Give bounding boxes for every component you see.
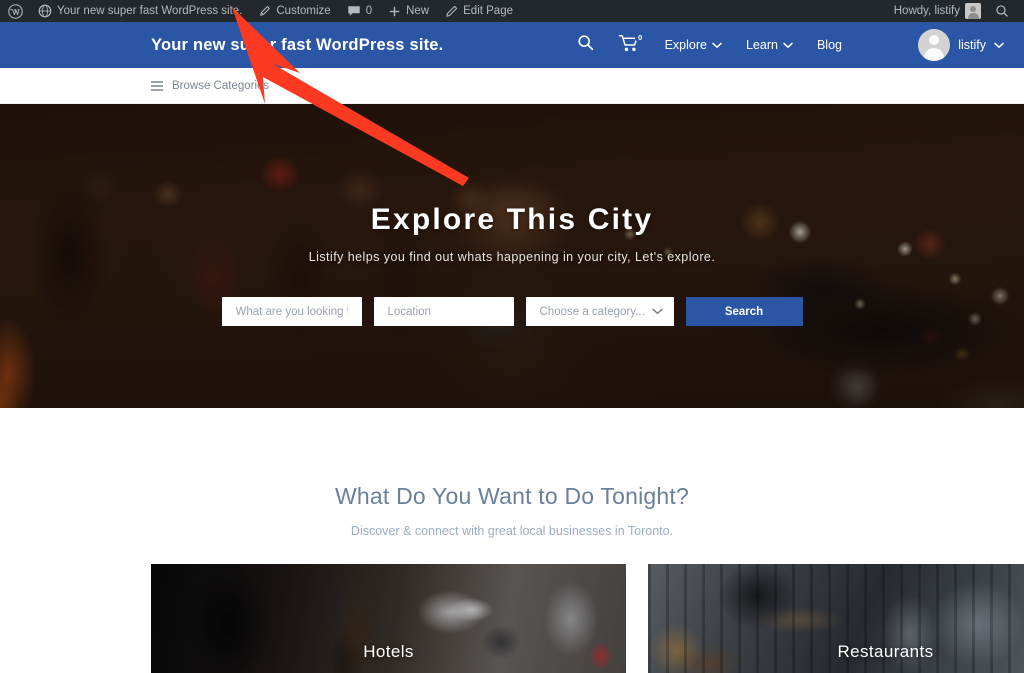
customize-button[interactable]: Customize <box>250 0 338 22</box>
pencil-icon <box>445 5 458 18</box>
search-icon <box>995 4 1009 18</box>
hero-section: Explore This City Listify helps you find… <box>0 104 1024 408</box>
section-title: What Do You Want to Do Tonight? <box>335 483 689 509</box>
category-card-hotels[interactable]: Hotels <box>151 564 626 673</box>
browse-categories-button[interactable]: Browse Categories <box>151 80 269 92</box>
tonight-section: What Do You Want to Do Tonight? Discover… <box>0 408 1024 538</box>
search-icon <box>577 34 594 56</box>
new-label: New <box>406 5 430 17</box>
nav-label-learn: Learn <box>745 38 778 52</box>
browser-page: Your new super fast WordPress site. Cust… <box>0 0 1024 673</box>
chevron-down-icon <box>994 36 1004 54</box>
howdy-label: Howdy, listify <box>893 5 960 17</box>
primary-navigation: 0 Explore Learn Blog <box>564 31 854 58</box>
card-overlay <box>648 564 1024 673</box>
plus-icon <box>388 5 401 18</box>
nav-label-explore: Explore <box>664 38 707 52</box>
admin-bar-left-group: Your new super fast WordPress site. Cust… <box>0 0 521 22</box>
nav-item-learn[interactable]: Learn <box>734 38 805 52</box>
search-submit-button[interactable]: Search <box>685 297 803 326</box>
admin-bar-right-group: Howdy, listify <box>886 0 1024 22</box>
comments-button[interactable]: 0 <box>339 0 380 22</box>
admin-bar-site-name: Your new super fast WordPress site. <box>57 5 243 17</box>
wp-admin-bar: Your new super fast WordPress site. Cust… <box>0 0 1024 22</box>
browse-categories-bar: Browse Categories <box>0 68 1024 104</box>
admin-search-button[interactable] <box>987 0 1017 22</box>
hero-title: Explore This City <box>370 203 654 236</box>
avatar <box>918 29 951 61</box>
site-header: Your new super fast WordPress site. 0 Ex… <box>0 22 1024 68</box>
nav-item-explore[interactable]: Explore <box>653 38 734 52</box>
customize-label: Customize <box>276 5 331 17</box>
edit-page-label: Edit Page <box>463 5 513 17</box>
nav-item-blog[interactable]: Blog <box>805 38 854 52</box>
card-label: Restaurants <box>837 642 934 661</box>
header-search-button[interactable] <box>564 34 607 56</box>
new-content-button[interactable]: New <box>380 0 437 22</box>
card-label: Hotels <box>363 642 414 661</box>
comments-count: 0 <box>365 5 373 17</box>
dashboard-home-icon <box>38 4 52 18</box>
category-card-restaurants[interactable]: Restaurants <box>648 564 1024 673</box>
browse-categories-label: Browse Categories <box>172 79 270 92</box>
cart-button[interactable]: 0 <box>607 31 653 58</box>
hamburger-icon <box>151 80 163 91</box>
search-category-value: Choose a category... <box>539 305 645 318</box>
category-cards: Hotels Restaurants <box>151 564 1024 673</box>
chevron-down-icon <box>712 38 722 52</box>
edit-page-button[interactable]: Edit Page <box>437 0 521 22</box>
user-name-label: listify <box>958 38 986 52</box>
site-name-menu[interactable]: Your new super fast WordPress site. <box>30 0 250 22</box>
wordpress-logo-icon <box>8 3 23 19</box>
search-location-input[interactable] <box>373 297 514 326</box>
search-category-select[interactable]: Choose a category... <box>525 297 674 326</box>
section-subtitle: Discover & connect with great local busi… <box>350 524 674 538</box>
site-title: Your new super fast WordPress site. <box>151 35 444 54</box>
wordpress-logo-button[interactable] <box>0 0 30 22</box>
comment-bubble-icon <box>347 5 361 18</box>
paintbrush-icon <box>258 5 271 18</box>
chevron-down-icon <box>651 306 663 318</box>
admin-avatar <box>965 3 981 19</box>
nav-label-blog: Blog <box>816 38 842 52</box>
hero-search-form: Choose a category... Search <box>221 297 803 326</box>
search-keyword-input[interactable] <box>221 297 362 326</box>
hero-content: Explore This City Listify helps you find… <box>0 104 1024 408</box>
hero-subtitle: Listify helps you find out whats happeni… <box>308 250 716 264</box>
user-account-menu[interactable]: listify <box>918 22 1004 68</box>
chevron-down-icon <box>783 38 793 52</box>
cart-count-badge: 0 <box>634 31 646 43</box>
account-menu[interactable]: Howdy, listify <box>886 0 987 22</box>
